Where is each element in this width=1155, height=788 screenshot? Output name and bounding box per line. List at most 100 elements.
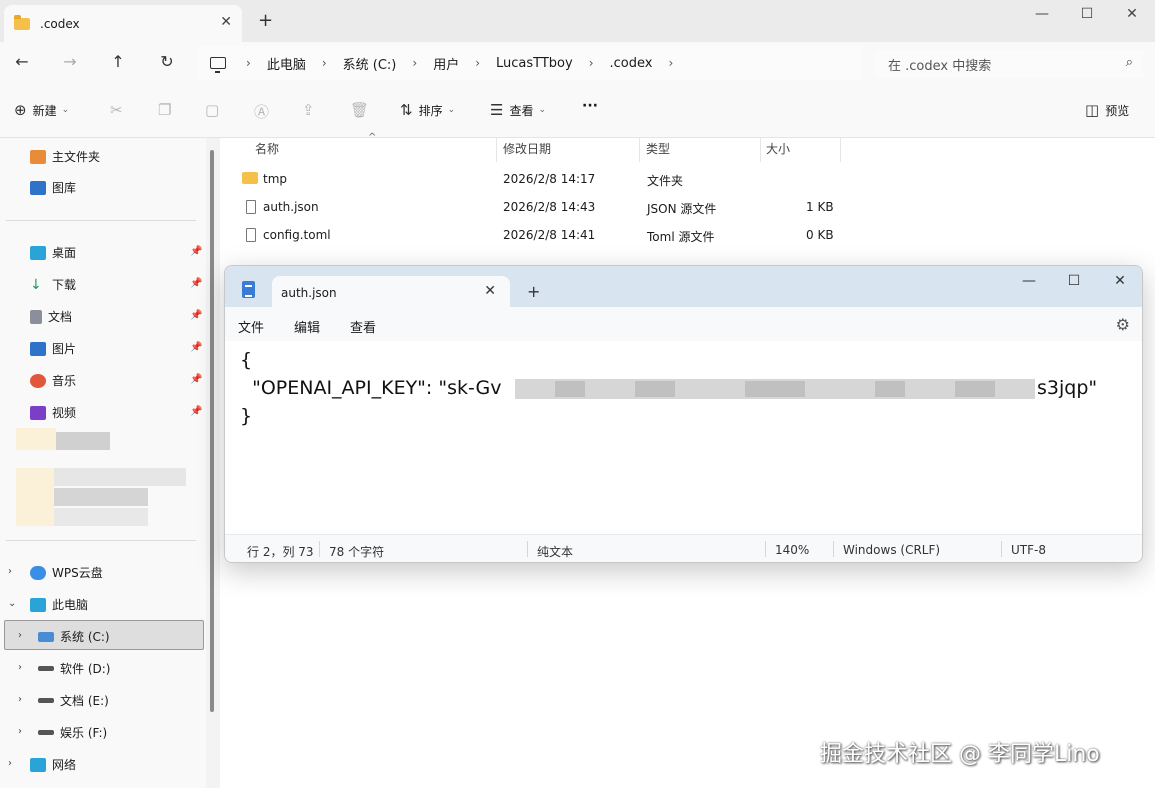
close-window-icon[interactable]: ✕ — [1097, 273, 1142, 289]
gallery-icon — [30, 180, 46, 195]
sidebar-item-wps-cloud[interactable]: WPS云盘 — [30, 564, 103, 581]
close-tab-icon[interactable]: ✕ — [484, 283, 496, 299]
breadcrumb-codex[interactable]: .codex — [610, 56, 653, 71]
share-button[interactable]: ⇪ — [302, 101, 321, 119]
chevron-right-icon[interactable]: › — [475, 56, 480, 70]
sidebar-item-drive-c[interactable]: 系统 (C:) — [38, 628, 110, 645]
breadcrumb-drive-c[interactable]: 系统 (C:) — [343, 54, 397, 73]
up-icon[interactable]: ↑ — [106, 52, 130, 71]
chevron-right-icon[interactable]: › — [246, 56, 251, 70]
chevron-down-icon[interactable]: ⌄ — [8, 598, 16, 609]
scissors-icon: ✂ — [110, 101, 123, 119]
breadcrumb-this-pc[interactable]: 此电脑 — [267, 54, 306, 73]
rename-button[interactable]: Ⓐ — [254, 101, 275, 122]
notepad-title-bar: auth.json ✕ + — ☐ ✕ — [225, 266, 1142, 307]
column-header-type[interactable]: 类型 — [646, 140, 670, 164]
navigation-pane: 主文件夹 图库 桌面 📌 ↓ 下载 📌 文档 📌 图片 📌 音乐 📌 视频 📌 … — [0, 138, 206, 788]
column-divider[interactable] — [760, 138, 761, 162]
computer-icon — [30, 597, 46, 612]
sidebar-item-drive-e[interactable]: 文档 (E:) — [38, 692, 109, 709]
breadcrumb-users[interactable]: 用户 — [433, 54, 459, 73]
sidebar-item-drive-f[interactable]: 娱乐 (F:) — [38, 724, 107, 741]
preview-button[interactable]: ◫ 预览 — [1085, 101, 1129, 119]
search-input[interactable]: 在 .codex 中搜索 ⌕ — [875, 50, 1143, 78]
minimize-icon[interactable]: — — [1006, 273, 1052, 289]
chevron-right-icon[interactable]: › — [18, 630, 22, 641]
column-divider[interactable] — [639, 138, 640, 162]
maximize-icon[interactable]: ☐ — [1051, 273, 1097, 289]
column-header-name[interactable]: 名称 — [255, 140, 279, 164]
view-list-icon: ☰ — [490, 101, 504, 119]
breadcrumb-user[interactable]: LucasTTboy — [496, 56, 573, 71]
notepad-menu-bar: 文件 编辑 查看 ⚙ — [225, 307, 1142, 341]
preview-label: 预览 — [1105, 103, 1130, 118]
status-zoom[interactable]: 140% — [775, 543, 809, 557]
new-tab-icon[interactable]: + — [527, 282, 540, 301]
chevron-right-icon[interactable]: › — [668, 56, 673, 70]
file-row[interactable]: config.toml 2026/2/8 14:41 Toml 源文件 0 KB — [220, 222, 1155, 250]
text-editor-area[interactable]: { "OPENAI_API_KEY": "sk-Gv s3jqp" } — [225, 341, 1142, 534]
sidebar-item-drive-d[interactable]: 软件 (D:) — [38, 660, 110, 677]
copy-icon: ❐ — [158, 101, 172, 119]
video-icon — [30, 405, 46, 420]
sidebar-item-documents[interactable]: 文档 — [30, 308, 72, 325]
drive-icon — [38, 631, 54, 642]
sidebar-item-label: 主文件夹 — [52, 150, 101, 164]
new-button[interactable]: ⊕ 新建 ⌄ — [14, 101, 69, 119]
close-window-icon[interactable]: ✕ — [1109, 4, 1155, 24]
sidebar-scrollbar[interactable] — [210, 150, 214, 712]
paste-icon: ▢ — [205, 101, 220, 119]
explorer-tab[interactable]: .codex ✕ — [4, 5, 242, 42]
file-modified: 2026/2/8 14:17 — [503, 172, 596, 186]
column-header-modified[interactable]: 修改日期 — [503, 140, 551, 164]
chevron-right-icon[interactable]: › — [322, 56, 327, 70]
file-row[interactable]: tmp 2026/2/8 14:17 文件夹 — [220, 166, 1155, 194]
document-icon — [30, 309, 42, 324]
file-type: 文件夹 — [647, 174, 684, 188]
sidebar-item-gallery[interactable]: 图库 — [30, 179, 76, 196]
forward-icon[interactable]: → — [58, 52, 82, 71]
column-divider[interactable] — [496, 138, 497, 162]
view-button[interactable]: ☰ 查看 ⌄ — [490, 101, 546, 119]
sidebar-item-downloads[interactable]: ↓ 下载 — [30, 276, 76, 293]
drive-icon — [38, 698, 54, 703]
new-tab-icon[interactable]: + — [258, 10, 273, 31]
menu-edit[interactable]: 编辑 — [294, 317, 320, 336]
notepad-tab[interactable]: auth.json ✕ — [272, 276, 510, 307]
sort-button[interactable]: ⇅ 排序 ⌄ — [400, 101, 455, 119]
paste-button[interactable]: ▢ — [205, 101, 225, 119]
more-button[interactable]: ··· — [582, 98, 598, 114]
sidebar-item-network[interactable]: 网络 — [30, 756, 76, 773]
maximize-icon[interactable]: ☐ — [1064, 4, 1110, 24]
gear-icon[interactable]: ⚙ — [1116, 315, 1130, 334]
file-modified: 2026/2/8 14:43 — [503, 200, 596, 214]
chevron-right-icon[interactable]: › — [8, 566, 12, 577]
copy-button[interactable]: ❐ — [158, 101, 177, 119]
sidebar-item-desktop[interactable]: 桌面 — [30, 244, 76, 261]
sidebar-divider — [6, 540, 196, 541]
chevron-right-icon[interactable]: › — [18, 662, 22, 673]
chevron-right-icon[interactable]: › — [412, 56, 417, 70]
chevron-right-icon[interactable]: › — [589, 56, 594, 70]
chevron-right-icon[interactable]: › — [18, 726, 22, 737]
delete-button[interactable]: 🗑 — [350, 101, 375, 119]
sidebar-item-label: 音乐 — [52, 374, 77, 388]
sidebar-item-this-pc[interactable]: 此电脑 — [30, 596, 88, 613]
sidebar-item-music[interactable]: 音乐 — [30, 372, 76, 389]
sidebar-item-home[interactable]: 主文件夹 — [30, 148, 100, 165]
refresh-icon[interactable]: ↻ — [155, 52, 179, 71]
minimize-icon[interactable]: — — [1019, 4, 1065, 24]
chevron-right-icon[interactable]: › — [8, 758, 12, 769]
chevron-right-icon[interactable]: › — [18, 694, 22, 705]
column-divider[interactable] — [840, 138, 841, 162]
address-bar[interactable]: › 此电脑 › 系统 (C:) › 用户 › LucasTTboy › .cod… — [198, 46, 863, 80]
sidebar-item-pictures[interactable]: 图片 — [30, 340, 76, 357]
sidebar-item-videos[interactable]: 视频 — [30, 404, 76, 421]
file-row[interactable]: auth.json 2026/2/8 14:43 JSON 源文件 1 KB — [220, 194, 1155, 222]
cut-button[interactable]: ✂ — [110, 101, 129, 119]
back-icon[interactable]: ← — [10, 52, 34, 71]
column-header-size[interactable]: 大小 — [766, 140, 790, 164]
menu-view[interactable]: 查看 — [350, 317, 376, 336]
menu-file[interactable]: 文件 — [238, 317, 264, 336]
close-tab-icon[interactable]: ✕ — [220, 14, 232, 30]
